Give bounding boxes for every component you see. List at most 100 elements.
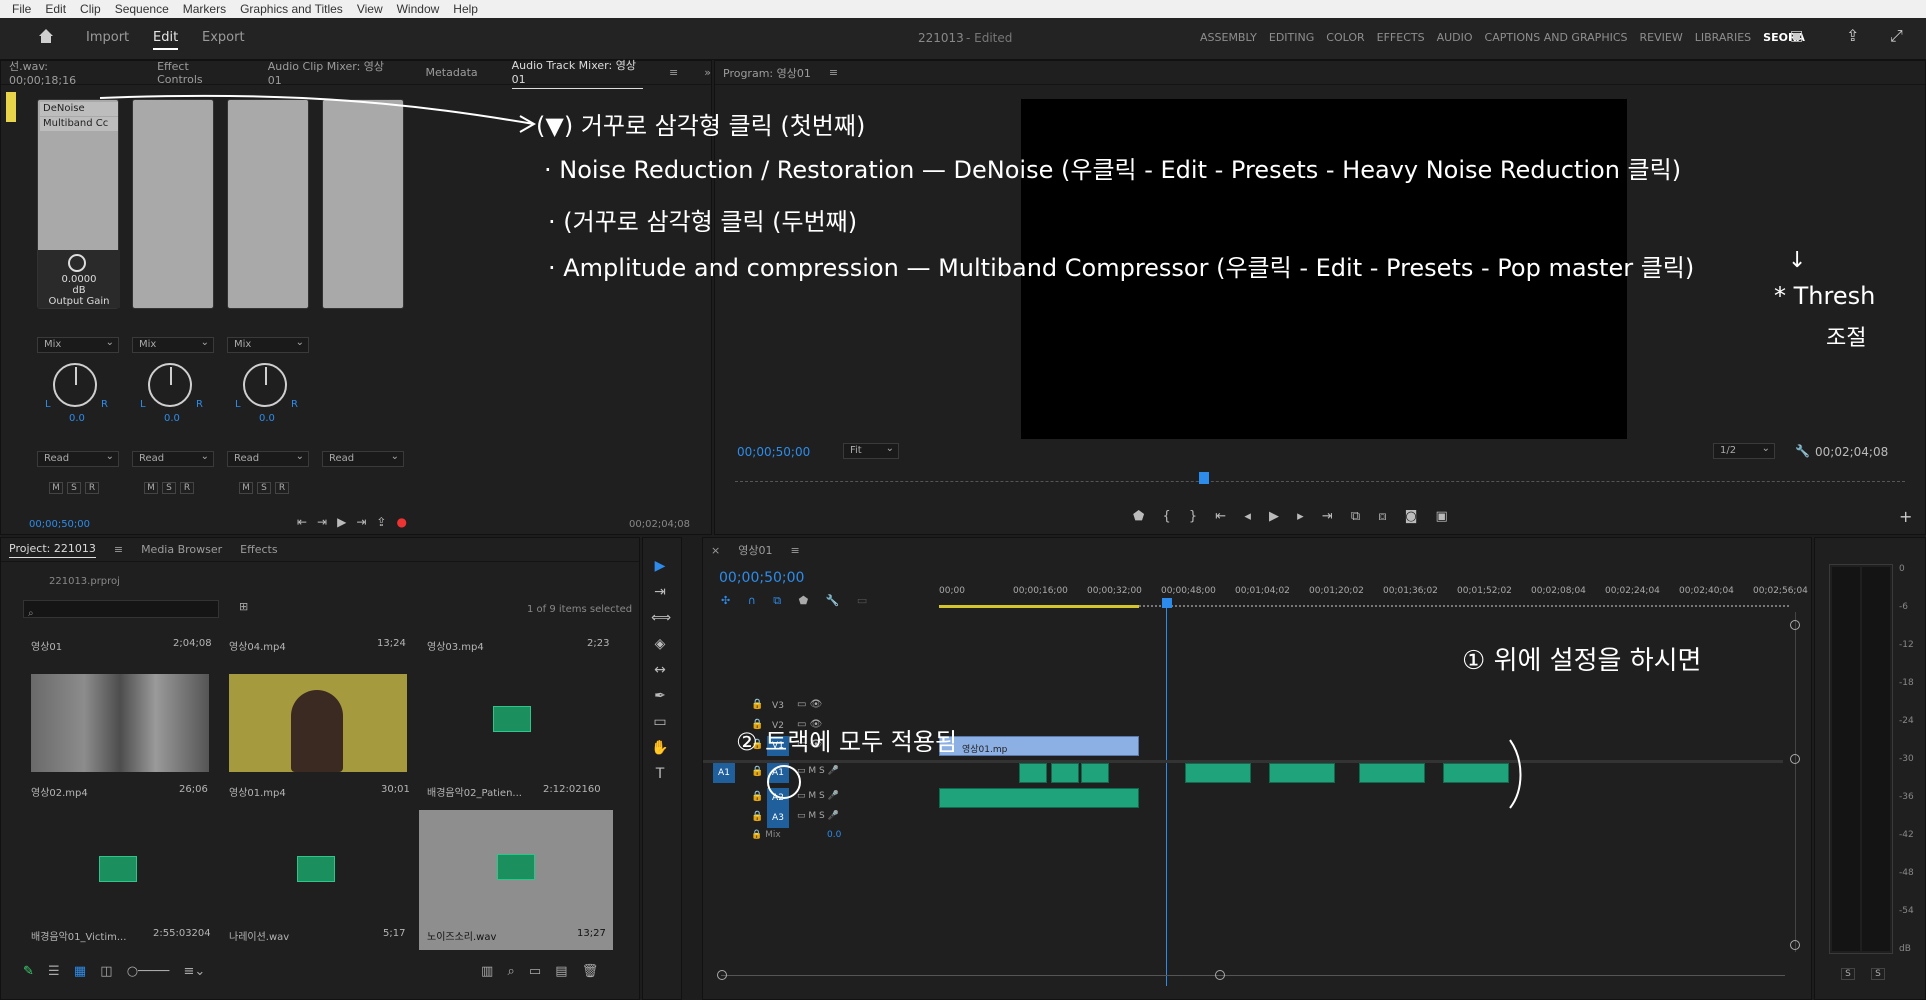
- menu-view[interactable]: View: [357, 2, 383, 16]
- mute-button[interactable]: M: [49, 482, 63, 494]
- menu-edit[interactable]: Edit: [45, 2, 66, 16]
- add-marker-icon[interactable]: ⬟: [799, 594, 809, 607]
- slip-tool-icon[interactable]: ↔: [651, 662, 669, 680]
- program-menu-icon[interactable]: ≡: [829, 66, 838, 79]
- source-clip-label[interactable]: 선.wav: 00;00;18;16: [9, 58, 113, 87]
- track-target-a2[interactable]: A2: [767, 788, 789, 808]
- thumbnail-person[interactable]: [229, 674, 407, 772]
- read-dropdown-3[interactable]: Read: [227, 450, 309, 467]
- record-button[interactable]: R: [85, 482, 99, 494]
- track-header-v3[interactable]: 🔒 V3 ▭ 👁: [703, 696, 935, 716]
- a1-clip[interactable]: [1359, 763, 1425, 783]
- tab-media-browser[interactable]: Media Browser: [141, 543, 222, 556]
- pan-knob-3[interactable]: L R 0.0: [223, 363, 305, 424]
- timeline-close-icon[interactable]: ×: [711, 544, 720, 557]
- work-area-bar[interactable]: [939, 605, 1139, 608]
- track-mute-solo-icons[interactable]: ▭ M S 🎤: [797, 766, 839, 776]
- ws-assembly[interactable]: ASSEMBLY: [1200, 31, 1257, 44]
- zoom-fit-dropdown[interactable]: Fit: [843, 442, 899, 459]
- scroll-handle-bottom[interactable]: [1790, 940, 1800, 950]
- ws-libraries[interactable]: LIBRARIES: [1695, 31, 1751, 44]
- fx-slot-multiband[interactable]: Multiband Cc: [40, 117, 118, 131]
- pan-knob-icon[interactable]: [148, 363, 192, 407]
- share-icon[interactable]: ⇪: [1846, 26, 1859, 45]
- mix-dropdown-2[interactable]: Mix: [132, 336, 214, 353]
- mute-button[interactable]: M: [239, 482, 253, 494]
- scroll-handle-top[interactable]: [1790, 620, 1800, 630]
- menu-help[interactable]: Help: [453, 2, 478, 16]
- thumbnail-audio-4[interactable]: [25, 810, 211, 940]
- pen-tool-icon[interactable]: ✒: [651, 688, 669, 706]
- lift-icon[interactable]: ⧉: [1351, 509, 1360, 524]
- tab-metadata[interactable]: Metadata: [426, 66, 478, 79]
- play-icon[interactable]: ▶: [1269, 509, 1279, 524]
- step-forward-icon[interactable]: ▸: [1297, 509, 1304, 524]
- mix-dropdown-1[interactable]: Mix: [37, 336, 119, 353]
- step-back-icon[interactable]: ◂: [1244, 509, 1251, 524]
- project-menu-icon[interactable]: ≡: [114, 543, 123, 556]
- ws-color[interactable]: COLOR: [1326, 31, 1364, 44]
- captions-icon[interactable]: ▭: [857, 594, 867, 607]
- mixer-transport[interactable]: ⇤⇥▶⇥⇪●: [297, 515, 417, 529]
- ws-effects[interactable]: EFFECTS: [1377, 31, 1425, 44]
- hscroll-handle-left[interactable]: [717, 970, 727, 980]
- goto-out-icon[interactable]: ⇥: [1322, 509, 1333, 524]
- program-scrubber[interactable]: [735, 481, 1905, 489]
- ws-editing[interactable]: EDITING: [1269, 31, 1314, 44]
- mixer-timecode[interactable]: 00;00;50;00: [29, 519, 90, 530]
- menu-window[interactable]: Window: [397, 2, 440, 16]
- tab-export[interactable]: Export: [202, 30, 245, 45]
- menu-markers[interactable]: Markers: [183, 2, 226, 16]
- source-patch-a1[interactable]: A1: [713, 763, 735, 783]
- pan-knob-2[interactable]: L R 0.0: [128, 363, 210, 424]
- solo-button[interactable]: S: [67, 482, 81, 494]
- track-mute-solo-icons[interactable]: ▭ M S 🎤: [797, 811, 839, 821]
- mute-button[interactable]: M: [144, 482, 158, 494]
- a1-clip[interactable]: [1443, 763, 1509, 783]
- solo-button[interactable]: S: [257, 482, 271, 494]
- extract-icon[interactable]: ⧈: [1378, 509, 1386, 524]
- meter-solo-right[interactable]: S: [1871, 968, 1885, 980]
- mix-dropdown-3[interactable]: Mix: [227, 336, 309, 353]
- tab-edit[interactable]: Edit: [153, 30, 179, 50]
- hscroll-handle-right[interactable]: [1215, 970, 1225, 980]
- nest-icon[interactable]: ✣: [721, 594, 730, 607]
- thumbnail-audio-3[interactable]: [421, 654, 611, 784]
- workspaces-menu-icon[interactable]: ▣: [1790, 28, 1803, 44]
- output-gain-area[interactable]: 0.0000 dB Output Gain: [38, 250, 120, 308]
- panel-menu-icon[interactable]: ≡: [669, 66, 678, 79]
- tab-import[interactable]: Import: [86, 30, 129, 45]
- lock-icon[interactable]: 🔒: [751, 766, 763, 777]
- fullscreen-icon[interactable]: ⤢: [1890, 26, 1903, 46]
- a1-clip[interactable]: [1019, 763, 1047, 783]
- home-icon[interactable]: [36, 26, 56, 46]
- track-mute-solo-icons[interactable]: ▭ M S 🎤: [797, 791, 839, 801]
- track-visibility-icon[interactable]: ▭ 👁: [797, 699, 822, 710]
- playhead-handle[interactable]: [1162, 598, 1172, 608]
- meter-solo-left[interactable]: S: [1841, 968, 1855, 980]
- program-playhead[interactable]: [1199, 472, 1209, 484]
- new-bin-icon[interactable]: ⊞: [239, 600, 248, 613]
- project-search-input[interactable]: ⌕: [23, 600, 219, 619]
- track-target-v3[interactable]: V3: [767, 696, 789, 716]
- v1-clip[interactable]: 영상01.mp: [939, 736, 1139, 756]
- tab-audio-track-mixer[interactable]: Audio Track Mixer: 영상01: [511, 57, 644, 89]
- gain-knob-icon[interactable]: [68, 254, 86, 272]
- timeline-settings-icon[interactable]: 🔧: [826, 594, 840, 607]
- pan-knob-icon[interactable]: [53, 363, 97, 407]
- tab-effect-controls[interactable]: Effect Controls: [157, 60, 234, 86]
- find-icon[interactable]: ⌕: [507, 964, 514, 979]
- lock-icon[interactable]: 🔒: [751, 791, 763, 802]
- record-button[interactable]: R: [180, 482, 194, 494]
- track-header-a1[interactable]: 🔒 A1 ▭ M S 🎤: [703, 763, 935, 783]
- pencil-icon[interactable]: ✎: [23, 964, 34, 979]
- linked-selection-icon[interactable]: ⧉: [773, 594, 781, 607]
- mix-value[interactable]: 0.0: [827, 830, 841, 840]
- automate-icon[interactable]: ▥: [481, 964, 493, 979]
- menu-graphics[interactable]: Graphics and Titles: [240, 2, 343, 16]
- track-target-a3[interactable]: A3: [767, 808, 789, 828]
- solo-button[interactable]: S: [162, 482, 176, 494]
- new-item-icon[interactable]: ▤: [555, 964, 567, 979]
- ws-review[interactable]: REVIEW: [1640, 31, 1683, 44]
- goto-in-icon[interactable]: ⇤: [1215, 509, 1226, 524]
